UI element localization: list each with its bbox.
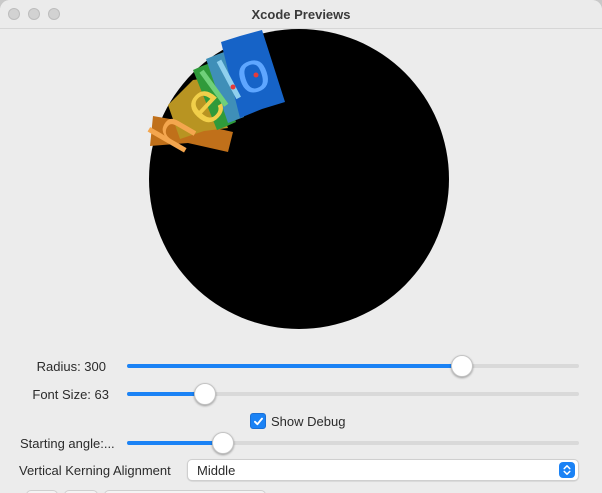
debug-marker bbox=[230, 84, 236, 90]
show-debug-checkbox[interactable] bbox=[250, 413, 266, 429]
preview-canvas: h e l l o Radius: 300 Font Size: 63 Show… bbox=[0, 29, 602, 493]
popup-chevron-icon[interactable] bbox=[559, 462, 575, 478]
up-down-chevron-icon bbox=[563, 465, 571, 475]
vertical-kerning-popup[interactable]: Middle bbox=[187, 459, 579, 481]
show-debug-label: Show Debug bbox=[271, 413, 346, 429]
font-size-slider[interactable] bbox=[127, 382, 579, 406]
show-debug-toggle[interactable]: Show Debug bbox=[250, 412, 345, 430]
radius-label: Radius: 300 bbox=[36, 359, 106, 374]
debug-marker bbox=[253, 72, 259, 78]
checkmark-icon bbox=[253, 417, 263, 425]
window-title: Xcode Previews bbox=[251, 7, 351, 22]
vertical-kerning-label: Vertical Kerning Alignment bbox=[19, 463, 171, 478]
slider-knob[interactable] bbox=[212, 432, 234, 454]
slider-fill bbox=[127, 392, 204, 396]
slider-fill bbox=[127, 364, 461, 368]
font-size-label: Font Size: 63 bbox=[32, 387, 109, 402]
preview-window: Xcode Previews h e l l o Radius: 300 Fon… bbox=[0, 0, 602, 493]
slider-knob[interactable] bbox=[451, 355, 473, 377]
starting-angle-slider[interactable] bbox=[127, 431, 579, 455]
radius-slider[interactable] bbox=[127, 354, 579, 378]
slider-knob[interactable] bbox=[194, 383, 216, 405]
title-bar: Xcode Previews bbox=[0, 0, 602, 29]
slider-fill bbox=[127, 441, 222, 445]
popup-selected-value: Middle bbox=[197, 463, 236, 478]
starting-angle-label: Starting angle:... bbox=[20, 436, 115, 451]
